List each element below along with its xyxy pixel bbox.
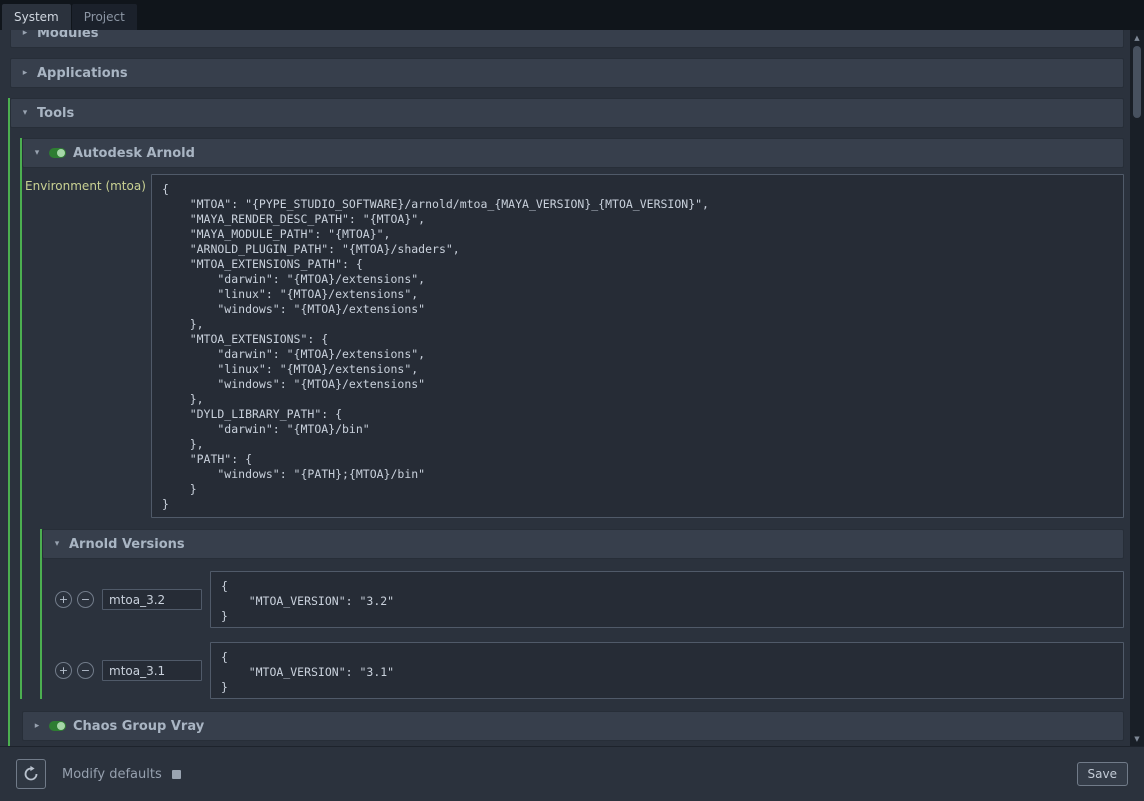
scroll-up-button[interactable]: ▲ [1130, 31, 1144, 44]
scroll-up-icon: ▲ [1134, 34, 1139, 42]
add-version-button[interactable]: + [55, 662, 72, 679]
settings-main: ▸ Modules ▸ Applications ▾ Tools [0, 30, 1144, 746]
modify-defaults-label: Modify defaults [62, 767, 162, 782]
environment-mtoa-label: Environment (mtoa) [25, 174, 147, 193]
version-json-textarea[interactable]: { "MTOA_VERSION": "3.2" } [210, 571, 1124, 628]
expanded-arrow-icon: ▾ [32, 148, 42, 158]
version-row: + − { "MTOA_VERSION": "3.1" } [55, 642, 1124, 699]
section-tools-label: Tools [37, 106, 74, 121]
tab-bar: System Project [0, 0, 1144, 30]
version-row: + − { "MTOA_VERSION": "3.2" } [55, 571, 1124, 628]
plus-icon: + [59, 594, 68, 605]
collapsed-arrow-icon: ▸ [32, 721, 42, 731]
expanded-arrow-icon: ▾ [52, 539, 62, 549]
remove-version-button[interactable]: − [77, 662, 94, 679]
scroll-down-button[interactable]: ▼ [1130, 732, 1144, 745]
section-applications-label: Applications [37, 66, 128, 81]
modify-defaults-checkbox[interactable] [172, 770, 181, 779]
group-header-chaos-group-vray[interactable]: ▸ Chaos Group Vray [22, 711, 1124, 741]
plus-icon: + [59, 665, 68, 676]
collapsed-arrow-icon: ▸ [20, 30, 30, 38]
footer-bar: Modify defaults Save [0, 746, 1144, 801]
section-header-modules[interactable]: ▸ Modules [10, 30, 1124, 48]
add-version-button[interactable]: + [55, 591, 72, 608]
arnold-children: Environment (mtoa) { "MTOA": "{PYPE_STUD… [22, 168, 1124, 699]
section-modules-label: Modules [37, 30, 98, 41]
group-arnold-versions: ▾ Arnold Versions + [40, 529, 1124, 699]
scrollbar-thumb[interactable] [1133, 46, 1141, 118]
group-header-autodesk-arnold[interactable]: ▾ Autodesk Arnold [22, 138, 1124, 168]
arnold-enabled-toggle-icon[interactable] [49, 148, 66, 158]
section-applications: ▸ Applications [8, 58, 1124, 88]
version-name-input[interactable] [102, 589, 202, 610]
expanded-arrow-icon: ▾ [20, 108, 30, 118]
collapsed-arrow-icon: ▸ [20, 68, 30, 78]
group-header-arnold-versions[interactable]: ▾ Arnold Versions [42, 529, 1124, 559]
minus-icon: − [81, 594, 90, 605]
tab-project[interactable]: Project [72, 4, 137, 30]
environment-json-textarea[interactable]: { "MTOA": "{PYPE_STUDIO_SOFTWARE}/arnold… [151, 174, 1124, 518]
tools-children: ▾ Autodesk Arnold Environment (mtoa) { "… [10, 128, 1124, 746]
minus-icon: − [81, 665, 90, 676]
remove-version-button[interactable]: − [77, 591, 94, 608]
refresh-icon [22, 765, 40, 783]
save-button[interactable]: Save [1077, 762, 1128, 786]
settings-window: System Project ▸ Modules ▸ Applications [0, 0, 1144, 801]
version-json-textarea[interactable]: { "MTOA_VERSION": "3.1" } [210, 642, 1124, 699]
group-autodesk-arnold-label: Autodesk Arnold [73, 146, 195, 161]
group-arnold-versions-label: Arnold Versions [69, 537, 185, 552]
vray-enabled-toggle-icon[interactable] [49, 721, 66, 731]
scroll-down-icon: ▼ [1134, 735, 1139, 743]
vertical-scrollbar[interactable]: ▲ ▼ [1130, 30, 1144, 746]
tab-project-label: Project [84, 10, 125, 24]
group-chaos-group-vray: ▸ Chaos Group Vray [20, 711, 1124, 741]
versions-children: + − { "MTOA_VERSION": "3.2" } [42, 559, 1124, 699]
tab-system-label: System [14, 10, 59, 24]
section-modules: ▸ Modules [8, 30, 1124, 48]
settings-scroll-area: ▸ Modules ▸ Applications ▾ Tools [0, 30, 1130, 746]
group-chaos-group-vray-label: Chaos Group Vray [73, 719, 204, 734]
version-name-input[interactable] [102, 660, 202, 681]
environment-mtoa-field: Environment (mtoa) { "MTOA": "{PYPE_STUD… [25, 174, 1124, 518]
section-header-applications[interactable]: ▸ Applications [10, 58, 1124, 88]
group-autodesk-arnold: ▾ Autodesk Arnold Environment (mtoa) { "… [20, 138, 1124, 699]
refresh-button[interactable] [16, 759, 46, 789]
section-header-tools[interactable]: ▾ Tools [10, 98, 1124, 128]
section-tools: ▾ Tools ▾ Autodesk Arnold [8, 98, 1124, 746]
tab-system[interactable]: System [2, 4, 71, 30]
